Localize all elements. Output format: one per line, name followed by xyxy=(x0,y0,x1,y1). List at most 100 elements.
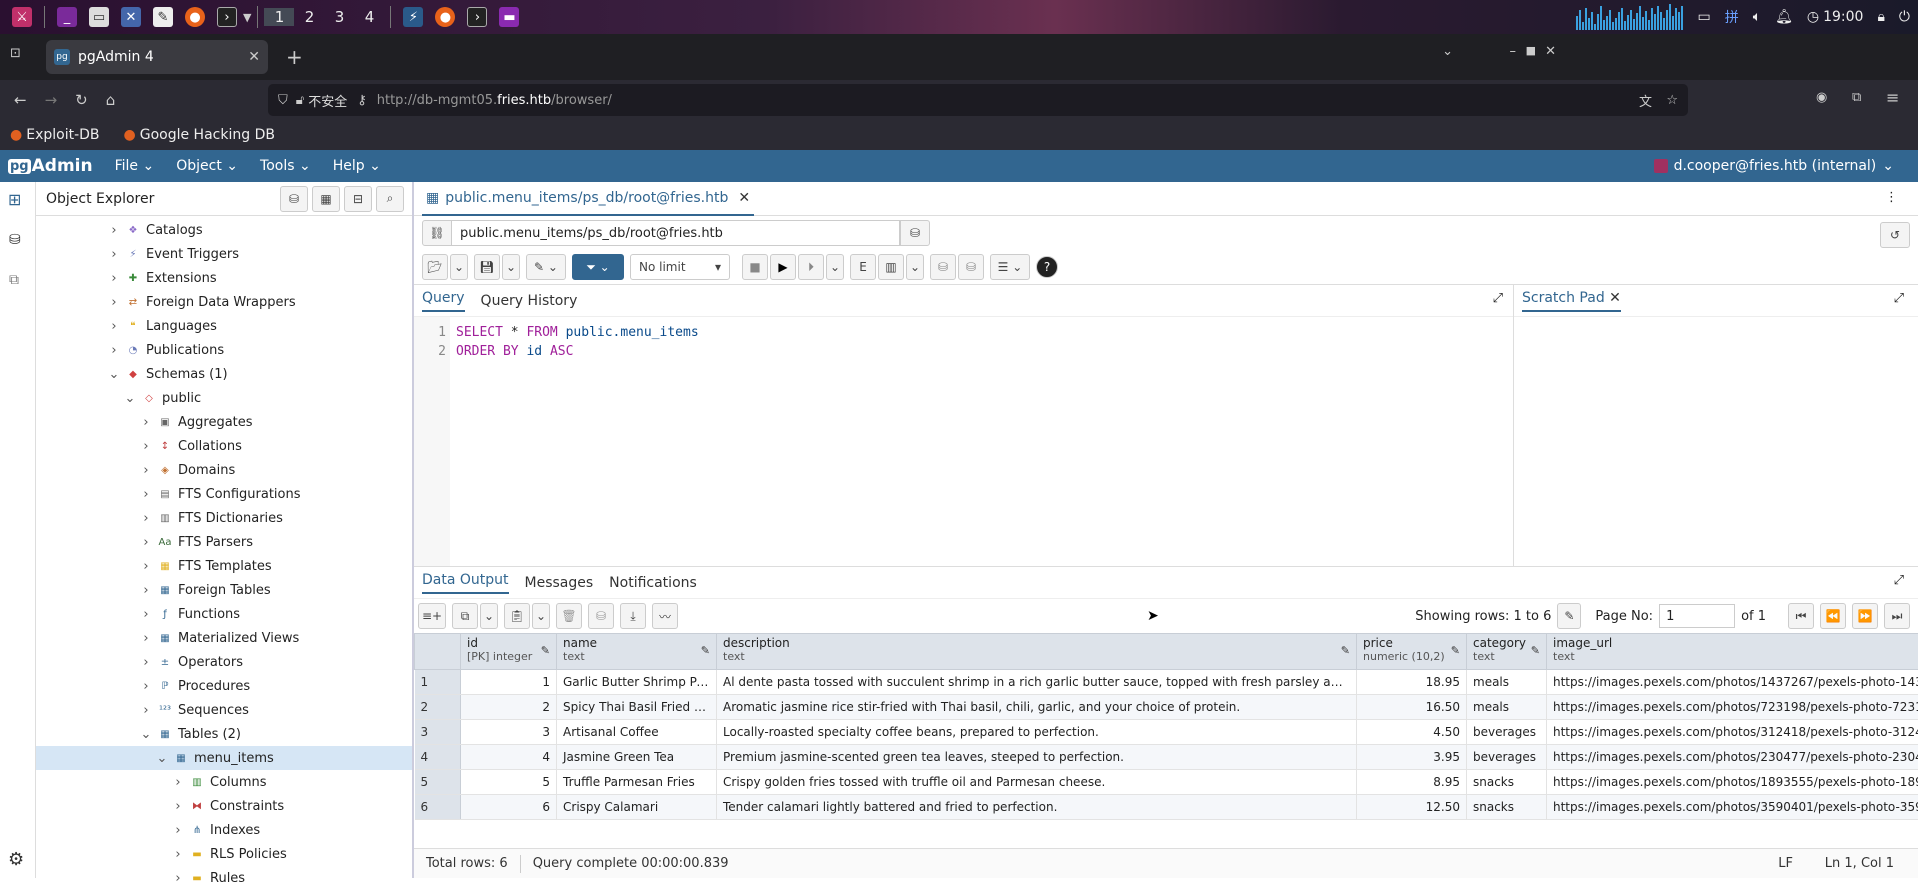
copy-dropdown[interactable]: ⌄ xyxy=(480,603,498,629)
table-cell[interactable]: Artisanal Coffee xyxy=(557,720,717,745)
save-file-dropdown[interactable]: ⌄ xyxy=(502,254,520,280)
execute-button[interactable]: ▶ xyxy=(770,254,796,280)
forward-button[interactable]: → xyxy=(45,91,58,109)
tab-data-output[interactable]: Data Output xyxy=(422,572,509,594)
table-cell[interactable]: 6 xyxy=(461,795,557,820)
tree-item-rls-policies[interactable]: ›▬RLS Policies xyxy=(36,842,412,866)
tree-item-event-triggers[interactable]: ›⚡Event Triggers xyxy=(36,242,412,266)
chevron-down-icon[interactable]: ⌄ xyxy=(140,727,152,742)
query-tool-button[interactable]: ⛁ xyxy=(280,186,308,212)
chevron-right-icon[interactable]: › xyxy=(140,583,152,598)
table-cell[interactable]: 16.50 xyxy=(1357,695,1467,720)
chevron-right-icon[interactable]: › xyxy=(140,415,152,430)
tree-item-rules[interactable]: ›▬Rules xyxy=(36,866,412,890)
minimize-window-button[interactable]: – xyxy=(1510,44,1517,59)
close-scratch-pad-icon[interactable]: ✕ xyxy=(1609,290,1621,306)
table-row[interactable]: 44Jasmine Green TeaPremium jasmine-scent… xyxy=(415,745,1918,770)
table-row[interactable]: 66Crispy CalamariTender calamari lightly… xyxy=(415,795,1918,820)
table-cell[interactable]: snacks xyxy=(1467,770,1547,795)
column-header-description[interactable]: descriptiontext✎ xyxy=(717,634,1357,670)
volume-icon[interactable]: 🔈︎ xyxy=(1753,9,1761,25)
user-menu[interactable]: d.cooper@fries.htb (internal)⌄ xyxy=(1654,150,1894,182)
table-cell[interactable]: Al dente pasta tossed with succulent shr… xyxy=(717,670,1357,695)
tree-item-domains[interactable]: ›◈Domains xyxy=(36,458,412,482)
scratch-pad-textarea[interactable] xyxy=(1514,317,1918,567)
table-cell[interactable]: snacks xyxy=(1467,795,1547,820)
translate-icon[interactable]: 文 xyxy=(1639,91,1652,110)
add-row-button[interactable]: ≡+ xyxy=(418,603,446,629)
edit-button[interactable]: ✎ ⌄ xyxy=(526,254,566,280)
explain-dropdown[interactable]: ⌄ xyxy=(906,254,924,280)
permissions-key-icon[interactable]: ⚷ xyxy=(357,93,367,108)
column-header-id[interactable]: id[PK] integer✎ xyxy=(461,634,557,670)
tab-query-history[interactable]: Query History xyxy=(481,293,578,309)
close-query-tab-icon[interactable]: ✕ xyxy=(738,190,750,206)
prev-page-button[interactable]: ⏪ xyxy=(1820,603,1846,629)
table-cell[interactable]: 8.95 xyxy=(1357,770,1467,795)
view-data-button[interactable]: ▦ xyxy=(312,186,340,212)
table-cell[interactable]: Jasmine Green Tea xyxy=(557,745,717,770)
explain-button[interactable]: E xyxy=(850,254,876,280)
folder-window-icon[interactable]: ▬ xyxy=(499,7,519,27)
table-cell[interactable]: Crispy Calamari xyxy=(557,795,717,820)
save-data-button[interactable]: ⛁ xyxy=(588,603,614,629)
extensions-icon[interactable]: ⧉ xyxy=(1852,90,1861,105)
edit-column-icon[interactable]: ✎ xyxy=(1341,644,1350,657)
terminal-app-icon[interactable]: _ xyxy=(57,7,77,27)
edit-column-icon[interactable]: ✎ xyxy=(1451,644,1460,657)
tree-item-functions[interactable]: ›ƒFunctions xyxy=(36,602,412,626)
tree-item-procedures[interactable]: ›ℙProcedures xyxy=(36,674,412,698)
chevron-right-icon[interactable]: › xyxy=(140,679,152,694)
sql-editor[interactable]: 1 2 SELECT * FROM public.menu_items ORDE… xyxy=(414,317,1513,567)
row-number[interactable]: 5 xyxy=(415,770,461,795)
tree-item-tables-2[interactable]: ⌄▦Tables (2) xyxy=(36,722,412,746)
table-cell[interactable]: https://images.pexels.com/photos/230477/… xyxy=(1547,745,1918,770)
row-number[interactable]: 1 xyxy=(415,670,461,695)
execute-options-button[interactable]: ⏵ xyxy=(798,254,824,280)
table-cell[interactable]: meals xyxy=(1467,695,1547,720)
workspace-3[interactable]: 3 xyxy=(324,8,354,26)
table-cell[interactable]: beverages xyxy=(1467,745,1547,770)
home-button[interactable]: ⌂ xyxy=(106,91,116,109)
chevron-right-icon[interactable]: › xyxy=(108,319,120,334)
workspace-1[interactable]: 1 xyxy=(264,8,294,26)
display-icon[interactable]: ▭ xyxy=(1697,9,1710,25)
row-limit-select[interactable]: No limit▾ xyxy=(630,254,730,280)
table-cell[interactable]: https://images.pexels.com/photos/312418/… xyxy=(1547,720,1918,745)
tree-item-fts-templates[interactable]: ›▦FTS Templates xyxy=(36,554,412,578)
chevron-down-icon[interactable]: ⌄ xyxy=(156,751,168,766)
search-objects-button[interactable]: ⌕ xyxy=(376,186,404,212)
menu-help[interactable]: Help ⌄ xyxy=(333,158,381,174)
close-tab-icon[interactable]: ✕ xyxy=(248,49,260,65)
table-cell[interactable]: https://images.pexels.com/photos/1893555… xyxy=(1547,770,1918,795)
table-cell[interactable]: Aromatic jasmine rice stir-fried with Th… xyxy=(717,695,1357,720)
query-tab[interactable]: ▦ public.menu_items/ps_db/root@fries.htb… xyxy=(422,182,754,216)
settings-gear-icon[interactable]: ⚙ xyxy=(8,849,24,870)
shield-icon[interactable]: ⛉ xyxy=(278,93,288,108)
app-menu-icon[interactable]: ≡ xyxy=(1886,88,1899,107)
database-icon[interactable]: ⛁ xyxy=(9,232,21,248)
chevron-right-icon[interactable]: › xyxy=(140,559,152,574)
chevron-right-icon[interactable]: › xyxy=(140,655,152,670)
tab-overview-icon[interactable]: ⊡ xyxy=(10,46,21,61)
row-number[interactable]: 6 xyxy=(415,795,461,820)
expand-scratch-pad-icon[interactable]: ⤢ xyxy=(1894,291,1904,306)
insecure-label[interactable]: 不安全 xyxy=(308,91,347,110)
table-cell[interactable]: Garlic Butter Shrimp Pas... xyxy=(557,670,717,695)
vscode-window-icon[interactable]: ⚡ xyxy=(403,7,423,27)
edit-column-icon[interactable]: ✎ xyxy=(701,644,710,657)
tab-list-chevron-icon[interactable]: ⌄ xyxy=(1442,44,1453,59)
tab-scratch-pad[interactable]: Scratch Pad ✕ xyxy=(1522,290,1621,312)
kali-menu-icon[interactable]: ⚔ xyxy=(12,7,32,27)
tree-item-languages[interactable]: ›❝Languages xyxy=(36,314,412,338)
expand-editor-icon[interactable]: ⤢ xyxy=(1493,291,1503,306)
insecure-lock-icon[interactable]: 🔓︎ xyxy=(296,93,304,108)
execute-dropdown[interactable]: ⌄ xyxy=(826,254,844,280)
table-cell[interactable]: meals xyxy=(1467,670,1547,695)
commit-button[interactable]: ⛁ xyxy=(930,254,956,280)
input-method-icon[interactable]: 拼 xyxy=(1725,7,1739,27)
firefox-app-icon[interactable]: ● xyxy=(185,7,205,27)
edit-column-icon[interactable]: ✎ xyxy=(1531,644,1540,657)
table-cell[interactable]: 4 xyxy=(461,745,557,770)
chevron-right-icon[interactable]: › xyxy=(172,847,184,862)
